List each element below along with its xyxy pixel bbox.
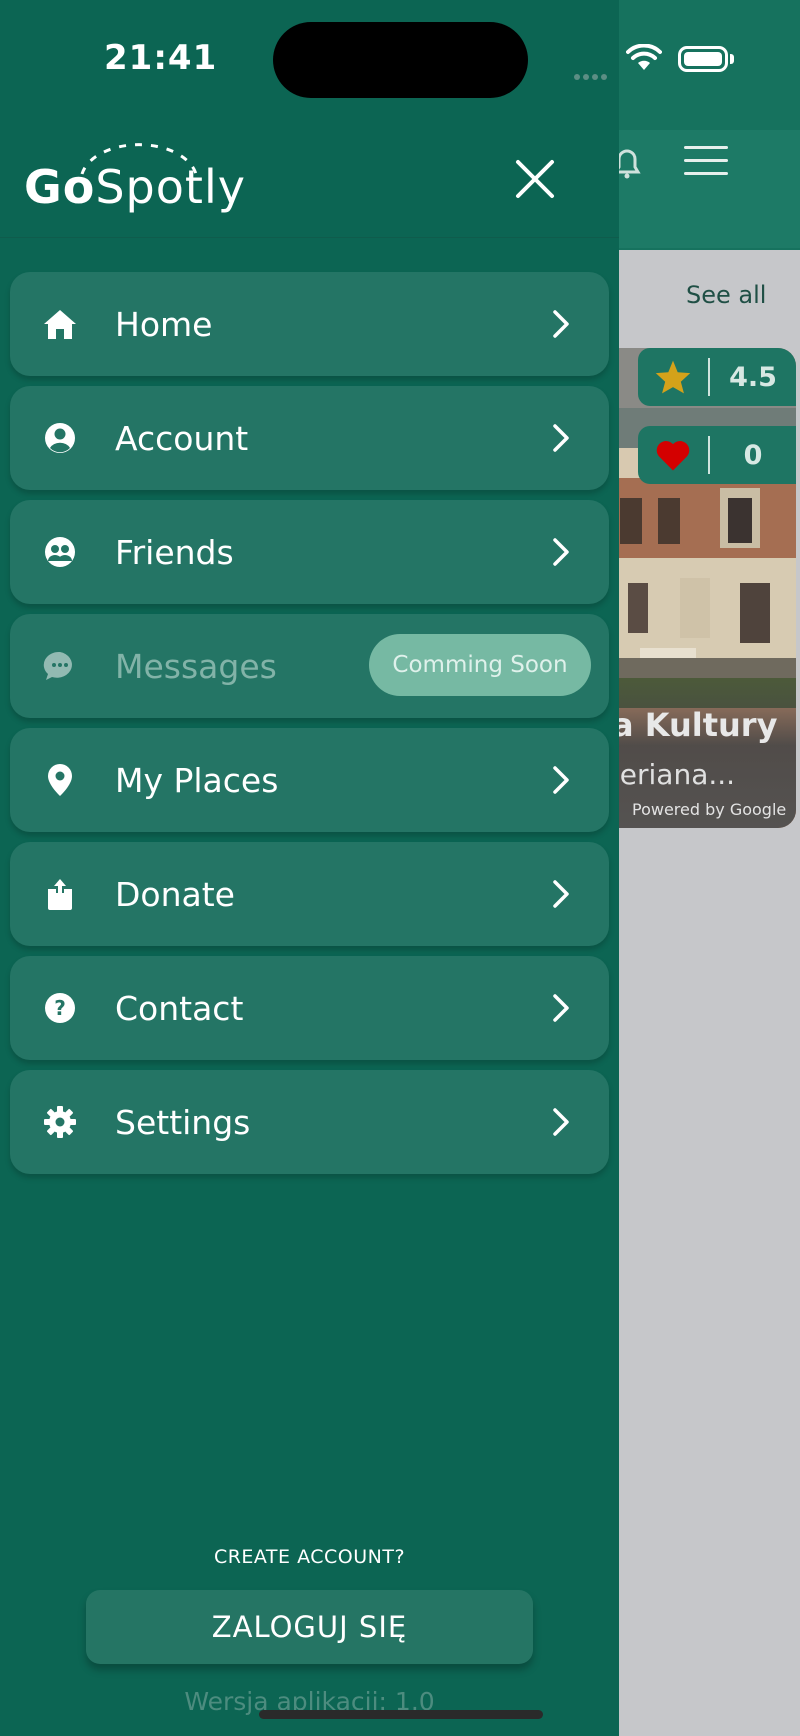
messages-icon: [43, 649, 77, 683]
chevron-right-icon: [553, 880, 569, 908]
coming-soon-badge: Comming Soon: [369, 634, 591, 696]
friends-icon: [43, 535, 77, 569]
status-time: 21:41: [104, 38, 218, 78]
logo-text: GoSpotly: [24, 160, 246, 214]
svg-text:?: ?: [54, 996, 66, 1020]
wifi-icon: [626, 44, 662, 70]
account-icon: [43, 421, 77, 455]
place-title: a Kultury: [612, 706, 778, 744]
menu-item-friends[interactable]: Friends: [10, 500, 609, 604]
attribution-text: Powered by Google: [632, 800, 787, 819]
menu-item-settings[interactable]: Settings: [10, 1070, 609, 1174]
menu-item-my-places[interactable]: My Places: [10, 728, 609, 832]
logo-part-go: Go: [24, 160, 96, 214]
home-indicator: [259, 1710, 543, 1719]
battery-tip: [730, 54, 734, 64]
close-icon[interactable]: [510, 154, 560, 204]
home-icon: [43, 307, 77, 341]
login-button[interactable]: ZALOGUJ SIĘ: [86, 1590, 533, 1664]
share-icon: [43, 877, 77, 911]
gear-icon: [43, 1105, 77, 1139]
chevron-right-icon: [553, 1108, 569, 1136]
place-card[interactable]: 4.5 0 a Kultury leriana... Powered by Go…: [600, 348, 796, 828]
menu-item-contact[interactable]: ? Contact: [10, 956, 609, 1060]
hamburger-menu-icon[interactable]: [684, 146, 728, 178]
star-icon: [638, 359, 708, 395]
rating-pill: 4.5: [638, 348, 796, 406]
likes-value: 0: [743, 439, 763, 471]
menu-item-label: Settings: [115, 1102, 251, 1142]
rating-value: 4.5: [729, 361, 777, 393]
menu-item-home[interactable]: Home: [10, 272, 609, 376]
navigation-drawer: 21:41 GoSpotly Home Account Friends Mess…: [0, 0, 619, 1736]
dynamic-island: [273, 22, 528, 98]
heart-icon[interactable]: [638, 438, 708, 472]
help-icon: ?: [43, 991, 77, 1025]
chevron-right-icon: [553, 424, 569, 452]
likes-pill[interactable]: 0: [638, 426, 796, 484]
menu-item-donate[interactable]: Donate: [10, 842, 609, 946]
menu-item-label: Donate: [115, 874, 235, 914]
place-subtitle: leriana...: [612, 758, 736, 791]
menu-list: Home Account Friends Messages Comming So…: [10, 272, 609, 1184]
see-all-link[interactable]: See all: [686, 281, 766, 309]
signal-icon: [574, 65, 614, 80]
gospotly-logo: GoSpotly: [24, 138, 246, 218]
chevron-right-icon: [553, 538, 569, 566]
menu-item-label: Friends: [115, 532, 234, 572]
menu-item-label: Contact: [115, 988, 244, 1028]
status-bar-indicators: [574, 40, 734, 80]
battery-icon: [678, 46, 728, 72]
chevron-right-icon: [553, 994, 569, 1022]
header-divider: [0, 237, 619, 238]
menu-item-label: Home: [115, 304, 213, 344]
menu-item-messages: Messages Comming Soon: [10, 614, 609, 718]
map-pin-icon: [43, 763, 77, 797]
create-account-link[interactable]: CREATE ACCOUNT?: [0, 1546, 619, 1568]
menu-item-label: Account: [115, 418, 249, 458]
chevron-right-icon: [553, 310, 569, 338]
logo-part-spotly: Spotly: [95, 160, 246, 214]
menu-item-account[interactable]: Account: [10, 386, 609, 490]
menu-item-label: Messages: [115, 646, 277, 686]
menu-item-label: My Places: [115, 760, 279, 800]
chevron-right-icon: [553, 766, 569, 794]
